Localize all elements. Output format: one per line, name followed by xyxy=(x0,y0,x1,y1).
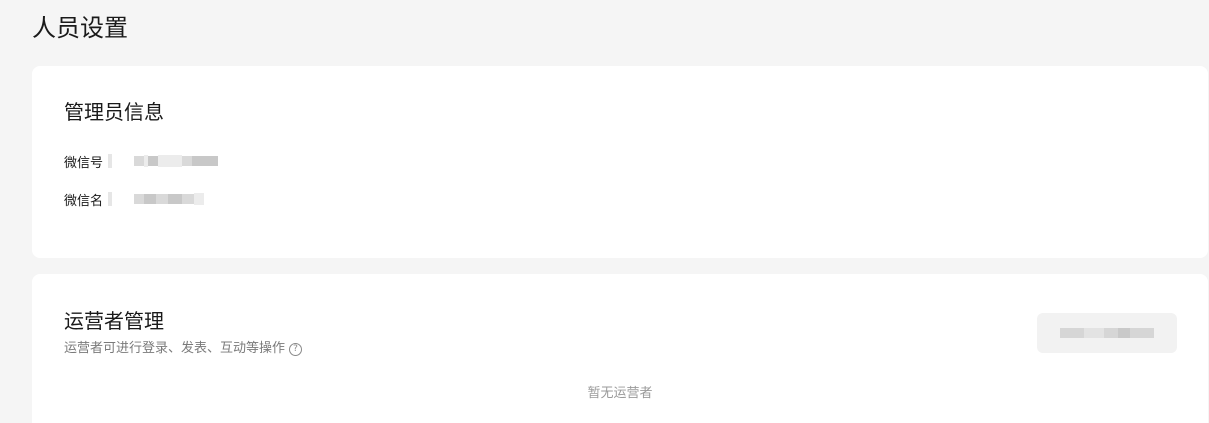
button-label-masked xyxy=(1060,328,1154,338)
wechat-name-row: 微信名 xyxy=(64,189,204,209)
operator-description: 运营者可进行登录、发表、互动等操作 ? xyxy=(64,340,303,358)
admin-info-card: 管理员信息 微信号 微信名 xyxy=(32,66,1208,258)
operator-description-text: 运营者可进行登录、发表、互动等操作 xyxy=(64,341,286,356)
admin-info-title: 管理员信息 xyxy=(64,100,164,124)
personnel-settings-page: 人员设置 管理员信息 微信号 微信名 运营者管理 运营者可进行登录、发表、互动等… xyxy=(0,0,1209,423)
label-mask xyxy=(108,192,112,206)
operator-management-title: 运营者管理 xyxy=(64,309,164,333)
wechat-name-label: 微信名 xyxy=(64,193,104,209)
wechat-id-row: 微信号 xyxy=(64,151,218,171)
empty-operator-text: 暂无运营者 xyxy=(587,386,653,401)
wechat-name-value-masked xyxy=(134,188,204,210)
operator-action-button[interactable] xyxy=(1037,313,1177,353)
wechat-id-label: 微信号 xyxy=(64,155,104,171)
page-title: 人员设置 xyxy=(32,14,128,42)
label-mask xyxy=(108,154,112,168)
question-circle-icon[interactable]: ? xyxy=(289,342,303,356)
wechat-id-value-masked xyxy=(134,150,218,172)
operator-management-card: 运营者管理 运营者可进行登录、发表、互动等操作 ? 暂无运营者 xyxy=(32,274,1208,423)
